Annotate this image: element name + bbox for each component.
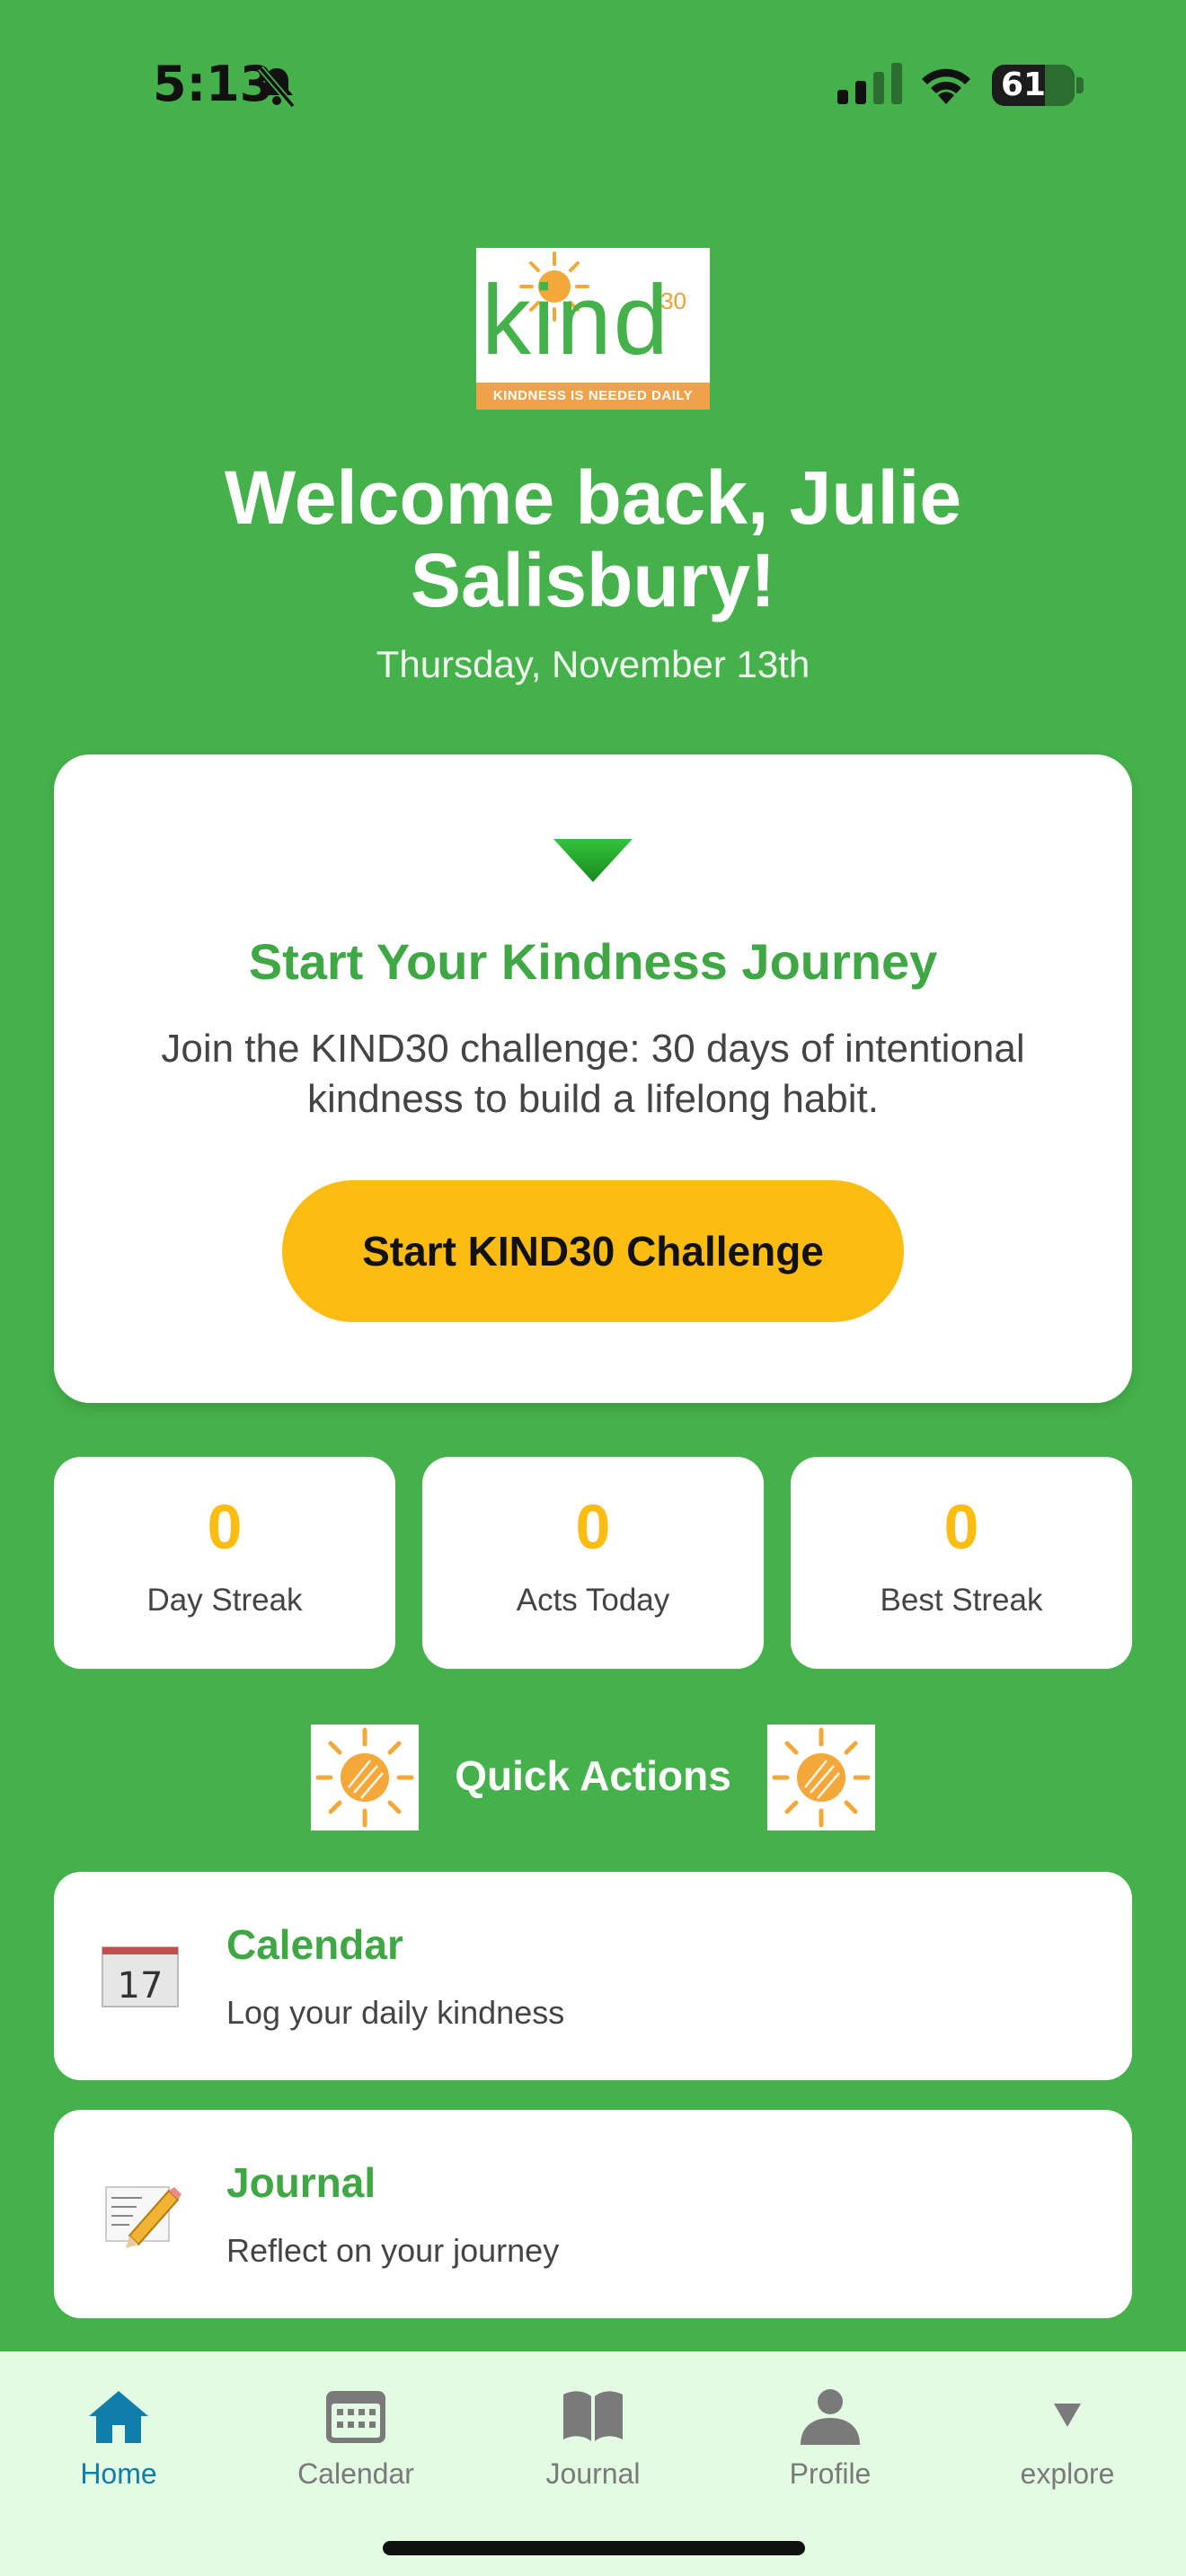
- book-icon: [563, 2391, 623, 2441]
- battery-percentage: 61: [1000, 66, 1047, 103]
- stat-card-day-streak: 0 Day Streak: [54, 1457, 395, 1669]
- tab-home[interactable]: Home: [0, 2371, 237, 2515]
- quick-actions-title: Quick Actions: [455, 1752, 731, 1799]
- tab-explore[interactable]: explore: [949, 2371, 1186, 2515]
- sun-icon: [767, 1725, 875, 1831]
- quick-action-journal[interactable]: Journal Reflect on your journey: [54, 2110, 1132, 2318]
- logo-wordmark: kind: [482, 265, 670, 375]
- stat-value: 0: [207, 1492, 243, 1562]
- journal-pencil-icon: [105, 2186, 181, 2248]
- calendar-icon-day: 17: [118, 1965, 164, 2007]
- battery-indicator: 61: [992, 65, 1075, 106]
- tab-label: Calendar: [297, 2457, 414, 2490]
- action-subtitle: Reflect on your journey: [226, 2232, 560, 2269]
- home-icon: [89, 2391, 148, 2443]
- stat-label: Best Streak: [880, 1583, 1043, 1618]
- tab-calendar[interactable]: Calendar: [237, 2371, 474, 2515]
- stat-card-acts-today: 0 Acts Today: [422, 1457, 764, 1669]
- triangle-down-icon: [1054, 2404, 1081, 2427]
- tab-label: explore: [1020, 2457, 1115, 2490]
- bell-slash-icon: [258, 66, 296, 109]
- action-title: Journal: [226, 2159, 376, 2206]
- tab-profile[interactable]: Profile: [712, 2371, 949, 2515]
- stat-card-best-streak: 0 Best Streak: [791, 1457, 1132, 1669]
- tab-label: Profile: [789, 2457, 872, 2490]
- tab-journal[interactable]: Journal: [474, 2371, 712, 2515]
- current-date: Thursday, November 13th: [376, 643, 810, 685]
- start-challenge-button[interactable]: Start KIND30 Challenge: [282, 1180, 904, 1322]
- person-icon: [801, 2389, 860, 2445]
- calendar-icon: [326, 2391, 385, 2443]
- battery-tip: [1076, 77, 1084, 93]
- action-title: Calendar: [226, 1921, 403, 1968]
- journey-description: Join the KIND30 challenge: 30 days of in…: [161, 1027, 1025, 1121]
- journey-card: Start Your Kindness Journey Join the KIN…: [54, 754, 1132, 1403]
- wifi-icon: [922, 68, 970, 104]
- kind30-logo: kind 30 KINDNESS IS NEEDED DAILY: [476, 248, 710, 410]
- journey-title: Start Your Kindness Journey: [248, 933, 938, 990]
- tab-label: Home: [80, 2457, 157, 2490]
- stat-value: 0: [943, 1492, 979, 1562]
- tab-label: Journal: [545, 2457, 641, 2490]
- status-bar: 5:13 61: [0, 0, 1186, 171]
- logo-tagline: KINDNESS IS NEEDED DAILY: [476, 383, 710, 410]
- calendar-icon: 17: [102, 1946, 179, 2007]
- triangle-down-icon: [553, 839, 633, 882]
- stat-label: Day Streak: [146, 1583, 303, 1618]
- logo-number: 30: [660, 287, 686, 314]
- stat-label: Acts Today: [516, 1583, 670, 1618]
- cellular-signal-icon: [837, 63, 902, 104]
- home-indicator: [383, 2541, 805, 2555]
- quick-action-calendar[interactable]: 17 Calendar Log your daily kindness: [54, 1872, 1132, 2080]
- action-subtitle: Log your daily kindness: [226, 1994, 565, 2031]
- welcome-heading: Welcome back, Julie Salisbury!: [224, 455, 962, 622]
- stat-value: 0: [575, 1492, 611, 1562]
